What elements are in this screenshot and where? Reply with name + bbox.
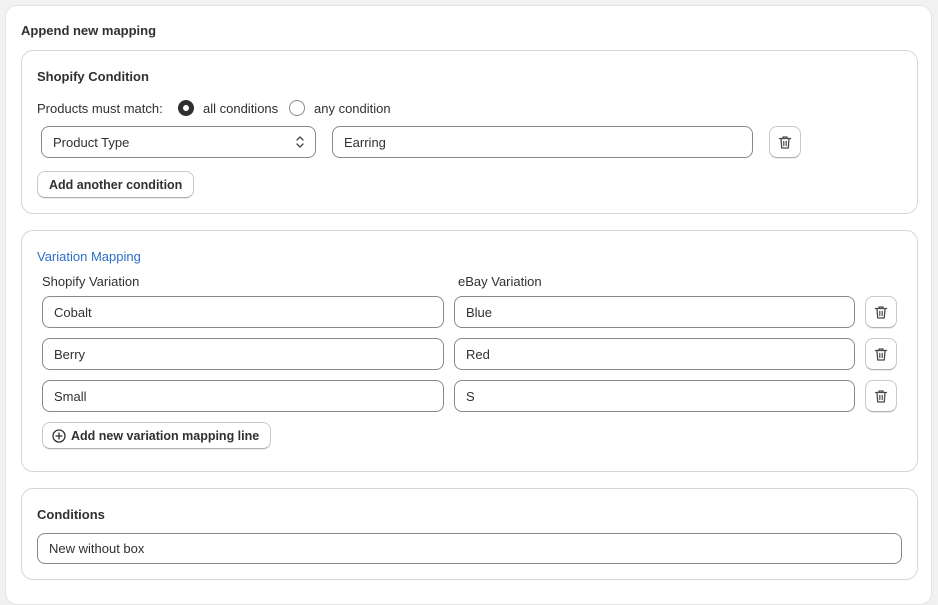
match-label: Products must match: [37, 101, 163, 116]
add-variation-mapping-line-button[interactable]: Add new variation mapping line [42, 422, 272, 449]
append-mapping-panel: Append new mapping Shopify Condition Pro… [5, 5, 932, 605]
trash-icon [778, 135, 792, 149]
shopify-variation-value: Cobalt [54, 304, 92, 320]
plus-circle-icon [52, 428, 66, 443]
add-another-condition-button[interactable]: Add another condition [37, 171, 195, 198]
delete-mapping-row-button[interactable] [865, 338, 897, 370]
ebay-variation-value: Blue [466, 304, 493, 320]
select-chevron-icon [296, 136, 304, 148]
condition-field-select-value: Product Type [53, 134, 130, 150]
shopify-variation-input[interactable]: Small [42, 380, 444, 412]
condition-field-select[interactable]: Product Type [41, 126, 316, 158]
condition-value-text: Earring [344, 134, 386, 150]
shopify-variation-column-label: Shopify Variation [42, 274, 140, 289]
conditions-card: Conditions New without box [21, 488, 918, 580]
delete-mapping-row-button[interactable] [865, 380, 897, 412]
ebay-variation-input[interactable]: Red [454, 338, 855, 370]
shopify-variation-input[interactable]: Cobalt [42, 296, 444, 328]
shopify-variation-value: Small [54, 388, 87, 404]
trash-icon [874, 305, 888, 319]
variation-mapping-card: Variation Mapping Shopify Variation eBay… [21, 230, 918, 472]
radio-any-condition[interactable] [289, 100, 305, 116]
variation-mapping-heading: Variation Mapping [37, 249, 141, 264]
page-title: Append new mapping [21, 23, 157, 38]
item-condition-value: New without box [49, 541, 145, 556]
delete-mapping-row-button[interactable] [865, 296, 897, 328]
ebay-variation-input[interactable]: Blue [454, 296, 855, 328]
radio-any-condition-label[interactable]: any condition [314, 101, 391, 116]
radio-all-conditions[interactable] [178, 100, 194, 116]
trash-icon [874, 347, 888, 361]
shopify-variation-input[interactable]: Berry [42, 338, 444, 370]
shopify-variation-value: Berry [54, 346, 86, 362]
delete-condition-button[interactable] [769, 126, 801, 158]
condition-value-input[interactable]: Earring [332, 126, 753, 158]
conditions-heading: Conditions [37, 507, 105, 522]
trash-icon [874, 389, 888, 403]
ebay-variation-value: S [466, 388, 475, 404]
ebay-variation-input[interactable]: S [454, 380, 855, 412]
item-condition-input[interactable]: New without box [37, 533, 902, 564]
ebay-variation-column-label: eBay Variation [458, 274, 542, 289]
shopify-condition-heading: Shopify Condition [37, 69, 149, 84]
ebay-variation-value: Red [466, 346, 490, 362]
radio-all-conditions-label[interactable]: all conditions [203, 101, 278, 116]
shopify-condition-card: Shopify Condition Products must match: a… [21, 50, 918, 214]
add-variation-mapping-line-label: Add new variation mapping line [71, 428, 260, 443]
